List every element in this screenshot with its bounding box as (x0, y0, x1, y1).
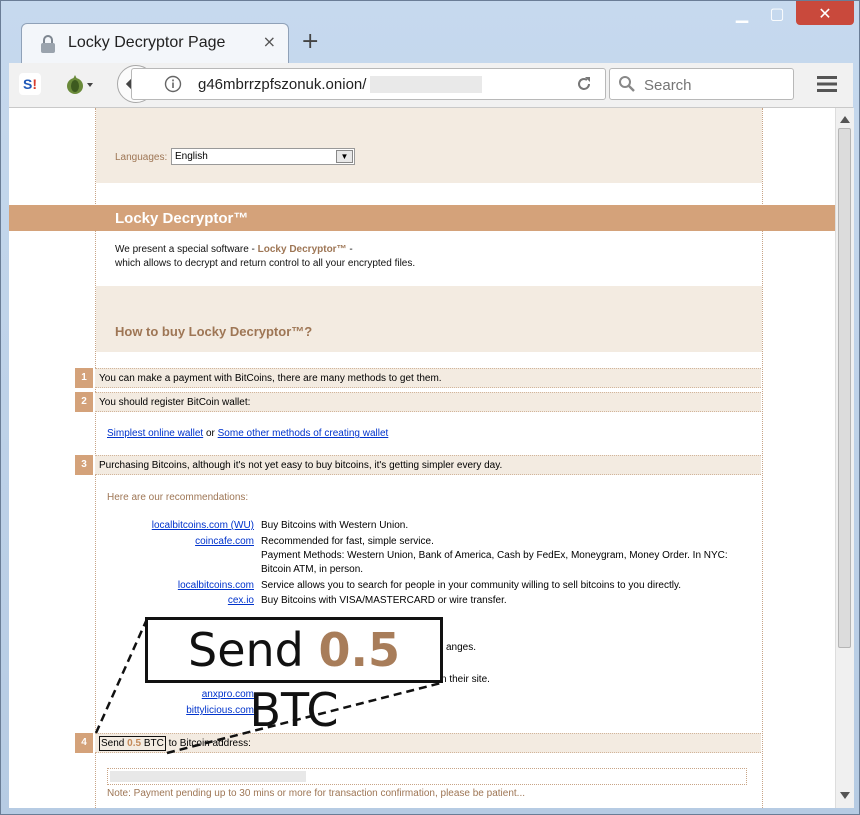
step-1-number: 1 (75, 368, 93, 388)
reload-icon[interactable] (575, 75, 593, 93)
rec-site-localbitcoins-wu[interactable]: localbitcoins.com (WU) (152, 520, 254, 531)
intro-line2: which allows to decrypt and return contr… (115, 258, 416, 269)
tab-close-button[interactable]: × (263, 32, 276, 51)
dropdown-arrow-icon[interactable]: ▼ (336, 150, 353, 163)
redacted-address (110, 771, 306, 782)
rec-desc-partial-2: n their site. (441, 674, 490, 685)
language-selected: English (175, 151, 208, 162)
info-icon (164, 75, 182, 93)
vertical-scrollbar[interactable] (835, 108, 854, 808)
language-section (96, 108, 762, 183)
rec-desc-cex: Buy Bitcoins with VISA/MASTERCARD or wir… (261, 595, 507, 606)
howto-section (96, 286, 762, 352)
extension-s-icon[interactable]: S! (19, 73, 41, 95)
page-content: Languages: English ▼ We present a specia… (9, 108, 835, 808)
tab-bar: Locky Decryptor Page × + (1, 19, 860, 63)
url-redacted-path (370, 76, 482, 93)
step-3-number: 3 (75, 455, 93, 475)
rec-desc-coincafe: Recommended for fast, simple service. (261, 536, 434, 547)
tor-onion-icon[interactable] (65, 73, 93, 95)
rec-site-anxpro[interactable]: anxpro.com (202, 689, 254, 700)
step-4-text: Send 0.5 BTC to Bitcoin address: (95, 733, 761, 753)
rec-site-coincafe[interactable]: coincafe.com (195, 536, 254, 547)
search-box[interactable] (609, 68, 794, 100)
other-wallet-methods-link[interactable]: Some other methods of creating wallet (218, 428, 389, 439)
banner-title: Locky Decryptor™ (115, 210, 249, 227)
step-4-amount: 0.5 (127, 738, 142, 749)
languages-label: Languages: (115, 152, 168, 163)
intro-product: Locky Decryptor™ (257, 244, 347, 255)
scroll-up-icon[interactable] (840, 116, 850, 123)
recommend-title: Here are our recommendations: (107, 492, 249, 503)
bitcoin-address-box[interactable] (107, 768, 747, 785)
search-icon (619, 76, 635, 92)
hamburger-icon (817, 76, 837, 92)
rec-desc-localbitcoins-wu: Buy Bitcoins with Western Union. (261, 520, 409, 531)
rec-desc-localbitcoins: Service allows you to search for people … (261, 580, 681, 591)
scroll-thumb[interactable] (838, 128, 851, 648)
intro-section (96, 183, 762, 286)
send-btc-callout: Send 0.5 BTC (145, 617, 443, 737)
rec-desc-coincafe-methods: Payment Methods: Western Union, Bank of … (261, 550, 728, 561)
menu-button[interactable] (815, 71, 839, 97)
step-2-text: You should register BitCoin wallet: (95, 392, 761, 412)
browser-window: ▁ ▢ ✕ Locky Decryptor Page × + S! g46mbr… (0, 0, 860, 815)
scroll-down-icon[interactable] (840, 792, 850, 799)
simplest-wallet-link[interactable]: Simplest online wallet (107, 428, 203, 439)
tab-locky[interactable]: Locky Decryptor Page × (21, 23, 289, 63)
url-text: g46mbrrzpfszonuk.onion/ (198, 76, 367, 93)
step-4-number: 4 (75, 733, 93, 753)
lock-icon (41, 35, 55, 53)
rec-desc-coincafe-atm: Bitcoin ATM, in person. (261, 564, 364, 575)
rec-site-localbitcoins[interactable]: localbitcoins.com (178, 580, 254, 591)
rec-desc-partial-1: anges. (446, 642, 477, 653)
howto-title: How to buy Locky Decryptor™? (115, 324, 313, 339)
rec-site-cex[interactable]: cex.io (228, 595, 254, 606)
payment-note: Note: Payment pending up to 30 mins or m… (107, 788, 526, 799)
new-tab-button[interactable]: + (301, 29, 319, 54)
navigation-bar: S! g46mbrrzpfszonuk.onion/ (9, 63, 853, 108)
url-bar[interactable]: g46mbrrzpfszonuk.onion/ (131, 68, 606, 100)
language-select[interactable]: English ▼ (171, 148, 355, 165)
step-1-text: You can make a payment with BitCoins, th… (95, 368, 761, 388)
wallet-links: Simplest online wallet or Some other met… (107, 428, 389, 439)
step-2-number: 2 (75, 392, 93, 412)
step-3-text: Purchasing Bitcoins, although it's not y… (95, 455, 761, 475)
callout-amount: 0.5 (318, 623, 400, 677)
step-4-send-box: Send 0.5 BTC (99, 736, 166, 751)
search-input[interactable] (642, 73, 786, 97)
tab-title: Locky Decryptor Page (68, 34, 226, 51)
intro-line1: We present a special software - Locky De… (115, 244, 353, 255)
rec-site-bittylicious[interactable]: bittylicious.com (186, 705, 254, 716)
